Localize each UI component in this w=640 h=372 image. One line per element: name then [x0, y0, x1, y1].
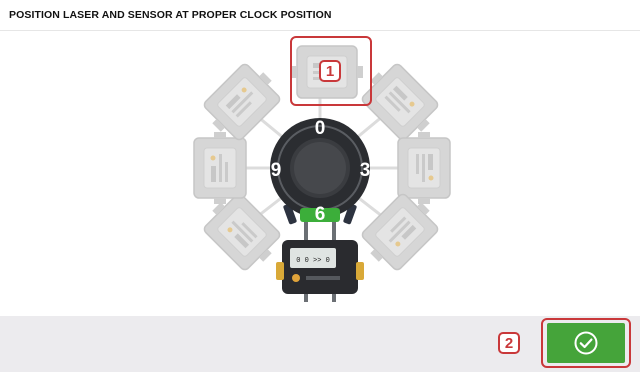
callout-badge-2: 2 [498, 332, 520, 354]
clock-label-6: 6 [315, 204, 326, 225]
sensor-ghost-10-30 [197, 57, 287, 147]
device-display-text: 0 0 >> 0 [296, 257, 330, 265]
clock-label-9: 9 [271, 160, 282, 181]
sensor-ghost-4-30 [355, 187, 445, 277]
confirm-button[interactable] [547, 323, 625, 363]
sensor-ghost-9 [193, 131, 247, 205]
sensor-ghost-3 [397, 131, 451, 205]
sensor-ghost-1-30 [355, 57, 445, 147]
mounted-sensor-device: 0 0 >> 0 [276, 240, 364, 294]
sensor-ghost-7-30 [197, 187, 287, 277]
callout-badge-1: 1 [319, 60, 341, 82]
check-circle-icon [574, 331, 598, 355]
bottom-action-bar [0, 316, 640, 372]
clock-label-3: 3 [360, 160, 371, 181]
clock-label-0: 0 [315, 118, 326, 139]
